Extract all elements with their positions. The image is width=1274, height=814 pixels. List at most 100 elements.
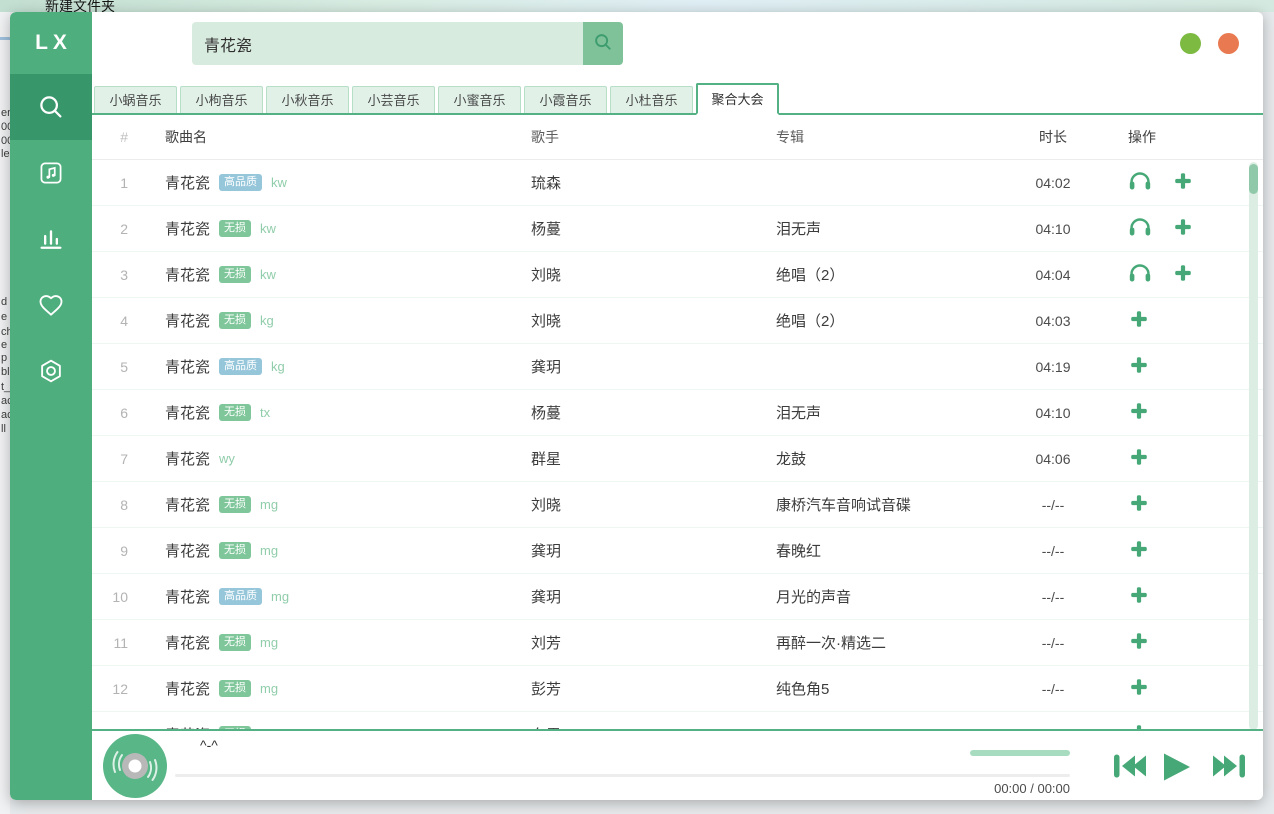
tab-item[interactable]: 小枸音乐 bbox=[180, 86, 263, 113]
table-row[interactable]: 4青花瓷无损kg刘晓绝唱（2）04:03 bbox=[92, 298, 1263, 344]
table-row[interactable]: 3青花瓷无损kw刘晓绝唱（2）04:04 bbox=[92, 252, 1263, 298]
background-text-fragment: ac bbox=[1, 396, 10, 407]
minimize-button[interactable] bbox=[1180, 33, 1201, 54]
album-disc-icon[interactable] bbox=[103, 734, 167, 800]
headphone-icon bbox=[1128, 262, 1152, 287]
table-row[interactable]: 2青花瓷无损kw杨蔓泪无声04:10 bbox=[92, 206, 1263, 252]
background-text-fragment: e bbox=[1, 340, 7, 351]
table-row[interactable]: 5青花瓷高品质kg龚玥04:19 bbox=[92, 344, 1263, 390]
song-number: 4 bbox=[92, 313, 148, 329]
source-label: kw bbox=[260, 221, 276, 236]
scrollbar-track[interactable] bbox=[1249, 162, 1258, 730]
plus-icon bbox=[1128, 630, 1150, 655]
search-input[interactable] bbox=[192, 22, 583, 65]
tab-item[interactable]: 聚合大会 bbox=[696, 83, 779, 115]
tab-item[interactable]: 小秋音乐 bbox=[266, 86, 349, 113]
song-number: 3 bbox=[92, 267, 148, 283]
add-button[interactable] bbox=[1128, 584, 1150, 609]
desktop-left-strip: er0000ledechepblt_acacll bbox=[0, 12, 10, 814]
add-button[interactable] bbox=[1128, 492, 1150, 517]
tab-item[interactable]: 小霞音乐 bbox=[524, 86, 607, 113]
tab-item[interactable]: 小蜗音乐 bbox=[94, 86, 177, 113]
tab-item[interactable]: 小芸音乐 bbox=[352, 86, 435, 113]
play-button[interactable] bbox=[1160, 752, 1192, 785]
listen-button[interactable] bbox=[1128, 262, 1152, 287]
search-bar bbox=[192, 22, 623, 65]
table-row[interactable]: 10青花瓷高品质mg龚玥月光的声音--/-- bbox=[92, 574, 1263, 620]
album-cell: 康桥汽车音响试音碟 bbox=[776, 494, 1008, 515]
add-button[interactable] bbox=[1128, 676, 1150, 701]
tab-item[interactable]: 小杜音乐 bbox=[610, 86, 693, 113]
action-cell bbox=[1098, 538, 1263, 563]
previous-icon bbox=[1113, 768, 1147, 783]
singer-cell: 群星 bbox=[531, 448, 776, 469]
quality-badge: 无损 bbox=[219, 404, 251, 421]
action-cell bbox=[1098, 216, 1263, 241]
add-button[interactable] bbox=[1172, 216, 1194, 241]
source-label: mg bbox=[271, 589, 289, 604]
previous-track-button[interactable] bbox=[1113, 752, 1147, 783]
table-row[interactable]: 9青花瓷无损mg龚玥春晚红--/-- bbox=[92, 528, 1263, 574]
header-singer: 歌手 bbox=[531, 127, 776, 147]
add-button[interactable] bbox=[1128, 630, 1150, 655]
listen-button[interactable] bbox=[1128, 170, 1152, 195]
table-row[interactable]: 12青花瓷无损mg彭芳纯色角5--/-- bbox=[92, 666, 1263, 712]
add-button[interactable] bbox=[1172, 262, 1194, 287]
singer-cell: 龚玥 bbox=[531, 540, 776, 561]
close-button[interactable] bbox=[1218, 33, 1239, 54]
background-text-fragment: 00 bbox=[1, 136, 10, 147]
table-row[interactable]: 11青花瓷无损mg刘芳再醉一次·精选二--/-- bbox=[92, 620, 1263, 666]
table-row[interactable]: 7青花瓷wy群星龙鼓04:06 bbox=[92, 436, 1263, 482]
headphone-icon bbox=[1128, 170, 1152, 195]
singer-cell: 彭芳 bbox=[531, 678, 776, 699]
next-track-button[interactable] bbox=[1212, 752, 1246, 783]
volume-bar[interactable] bbox=[970, 750, 1070, 756]
duration-cell: 04:04 bbox=[1008, 267, 1098, 283]
background-text-fragment: er bbox=[1, 108, 10, 119]
add-button[interactable] bbox=[1128, 538, 1150, 563]
song-number: 10 bbox=[92, 589, 148, 605]
quality-badge: 高品质 bbox=[219, 588, 262, 605]
duration-cell: --/-- bbox=[1008, 497, 1098, 513]
sidebar-item-settings[interactable] bbox=[10, 338, 92, 404]
album-cell: 纯色角5 bbox=[776, 678, 1008, 699]
sidebar-item-favorites[interactable] bbox=[10, 272, 92, 338]
action-cell bbox=[1098, 308, 1263, 333]
add-button[interactable] bbox=[1172, 170, 1194, 195]
song-name-cell: 青花瓷wy bbox=[148, 448, 531, 469]
table-row[interactable]: 6青花瓷无损tx杨蔓泪无声04:10 bbox=[92, 390, 1263, 436]
source-label: kw bbox=[271, 175, 287, 190]
action-cell bbox=[1098, 354, 1263, 379]
sidebar-item-search[interactable] bbox=[10, 74, 92, 140]
singer-cell: 刘晓 bbox=[531, 310, 776, 331]
duration-cell: --/-- bbox=[1008, 681, 1098, 697]
add-button[interactable] bbox=[1128, 400, 1150, 425]
leaderboard-icon bbox=[37, 225, 65, 253]
app-window: LX 小蜗音乐小枸音乐小秋音乐小芸音乐小蜜音乐小霞音乐小杜音乐聚合大会 # 歌曲 bbox=[10, 12, 1263, 800]
listen-button[interactable] bbox=[1128, 216, 1152, 241]
player-bar: ^-^ 00:00 / 00:00 bbox=[92, 729, 1263, 800]
scrollbar-thumb[interactable] bbox=[1249, 164, 1258, 194]
table-row[interactable]: 8青花瓷无损mg刘晓康桥汽车音响试音碟--/-- bbox=[92, 482, 1263, 528]
add-button[interactable] bbox=[1128, 446, 1150, 471]
add-button[interactable] bbox=[1128, 308, 1150, 333]
duration-cell: 04:03 bbox=[1008, 313, 1098, 329]
quality-badge: 高品质 bbox=[219, 174, 262, 191]
singer-cell: 刘芳 bbox=[531, 632, 776, 653]
tab-item[interactable]: 小蜜音乐 bbox=[438, 86, 521, 113]
plus-icon bbox=[1128, 676, 1150, 701]
play-icon bbox=[1160, 770, 1192, 785]
search-button[interactable] bbox=[583, 22, 623, 65]
progress-bar[interactable] bbox=[175, 774, 1070, 777]
sidebar-item-my-music[interactable] bbox=[10, 140, 92, 206]
table-header: # 歌曲名 歌手 专辑 时长 操作 bbox=[92, 115, 1263, 160]
app-logo: LX bbox=[10, 12, 92, 74]
add-button[interactable] bbox=[1128, 354, 1150, 379]
table-row[interactable]: 1青花瓷高品质kw琉森04:02 bbox=[92, 160, 1263, 206]
background-text-fragment: 00 bbox=[1, 122, 10, 133]
quality-badge: 无损 bbox=[219, 266, 251, 283]
sidebar-item-leaderboard[interactable] bbox=[10, 206, 92, 272]
header-number: # bbox=[92, 129, 148, 145]
song-number: 7 bbox=[92, 451, 148, 467]
album-cell: 龙鼓 bbox=[776, 448, 1008, 469]
